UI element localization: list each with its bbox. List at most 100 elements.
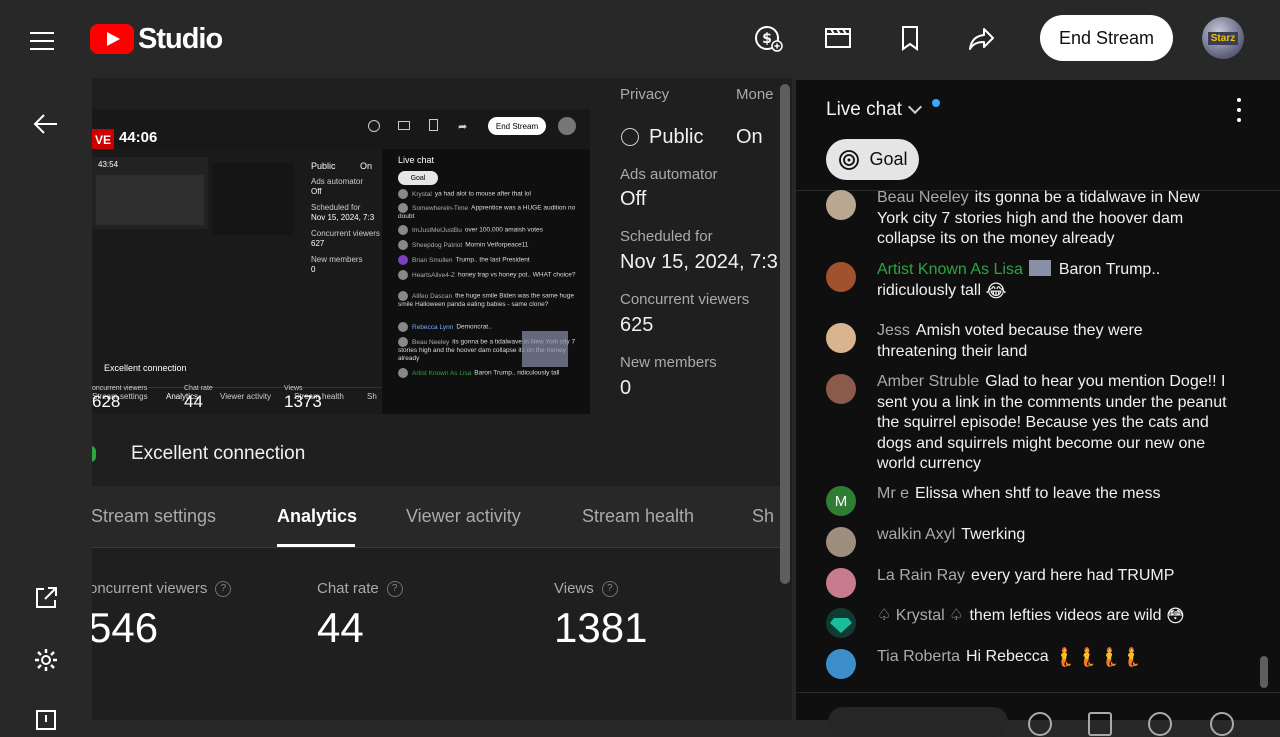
mini-end-stream: End Stream bbox=[488, 117, 546, 135]
mini-stat-label: Views bbox=[284, 385, 303, 392]
avatar[interactable] bbox=[826, 568, 856, 598]
tab-more[interactable]: Sh bbox=[752, 506, 774, 527]
message-author[interactable]: Mr e bbox=[877, 485, 909, 502]
mini-inner-preview bbox=[96, 175, 204, 225]
mini-ads-value: Off bbox=[311, 187, 322, 196]
external-link-icon[interactable] bbox=[30, 582, 62, 614]
tab-analytics[interactable]: Analytics bbox=[277, 506, 357, 527]
goal-icon bbox=[839, 149, 860, 170]
mini-concurrent-label: Concurrent viewers bbox=[311, 229, 380, 238]
message-author[interactable]: Jess bbox=[877, 322, 910, 339]
message-author[interactable]: ♤ Krystal ♤ bbox=[877, 607, 963, 624]
message-author[interactable]: Artist Known As Lisa bbox=[877, 261, 1023, 278]
mini-goal: Goal bbox=[398, 171, 438, 185]
clapperboard-icon[interactable] bbox=[822, 22, 854, 54]
avatar[interactable] bbox=[826, 527, 856, 557]
mini-timer: 43:54 bbox=[98, 160, 119, 169]
message-author[interactable]: walkin Axyl bbox=[877, 526, 955, 543]
mini-chat-row: Sheepdog Patriot Mornin Vetforpeace11 bbox=[398, 240, 580, 250]
avatar[interactable] bbox=[826, 374, 856, 404]
left-nav bbox=[0, 78, 92, 730]
mini-ads-label: Ads automator bbox=[311, 177, 364, 186]
mini-monetization-icon bbox=[368, 120, 380, 132]
more-options-icon[interactable] bbox=[1234, 98, 1244, 122]
mini-chat-row: Artist Known As Lisa Baron Trump.. ridicu… bbox=[398, 368, 580, 378]
stream-preview[interactable]: ➦ End Stream VE 44:06 43:54 Public On Ad… bbox=[92, 109, 590, 414]
menu-icon[interactable] bbox=[30, 26, 60, 50]
mini-stats: oncurrent viewers Chat rate Views 628 44… bbox=[92, 385, 382, 414]
mini-chat-row: HeartsAlive4-Z honey trap vs honey pot.. … bbox=[398, 270, 580, 280]
avatar[interactable] bbox=[826, 649, 856, 679]
chat-input[interactable] bbox=[828, 707, 1008, 737]
mini-concurrent-value: 627 bbox=[311, 239, 325, 248]
connection-status-icon bbox=[92, 446, 96, 462]
scheduled-value: Nov 15, 2024, 7:3 bbox=[620, 251, 778, 273]
stat-concurrent-value: 546 bbox=[92, 604, 159, 651]
mini-chat-row: Alifeo Dascan the huge smile Biden was th… bbox=[398, 291, 574, 308]
back-arrow-icon[interactable] bbox=[30, 108, 62, 140]
stat-views-value: 1381 bbox=[554, 604, 648, 651]
avatar[interactable] bbox=[826, 608, 856, 638]
settings-icon[interactable] bbox=[30, 644, 62, 676]
help-icon[interactable]: ? bbox=[601, 580, 618, 597]
mini-chat-row: Krystal ya had alot to mouse after that l… bbox=[398, 189, 580, 199]
tab-stream-settings[interactable]: Stream settings bbox=[92, 506, 216, 527]
help-icon[interactable]: ? bbox=[215, 580, 232, 597]
privacy-value[interactable]: Public bbox=[649, 126, 703, 149]
mini-stat-label: oncurrent viewers bbox=[92, 385, 148, 392]
heart-icon[interactable] bbox=[1210, 712, 1234, 736]
avatar[interactable] bbox=[826, 262, 856, 292]
mini-chat-row: Brian Smullen Trump.. the last President bbox=[398, 255, 580, 265]
ads-automator-value: Off bbox=[620, 188, 647, 210]
tabs-bar: Stream settings Analytics Viewer activit… bbox=[92, 486, 782, 548]
emoji-picker-icon[interactable] bbox=[1028, 712, 1052, 736]
mini-monetization: On bbox=[360, 161, 373, 171]
mini-overlay-thumb bbox=[522, 331, 568, 367]
mini-chat-title: Live chat bbox=[398, 155, 435, 165]
concurrent-viewers-value: 625 bbox=[620, 314, 654, 336]
mini-share-icon: ➦ bbox=[458, 121, 468, 133]
super-chat-icon[interactable] bbox=[1088, 712, 1112, 736]
monetization-value[interactable]: On bbox=[736, 126, 763, 149]
feedback-icon[interactable] bbox=[30, 704, 62, 736]
preview-mini-dashboard: 43:54 Public On Ads automator Off Schedu… bbox=[92, 149, 382, 414]
main-scrollbar[interactable] bbox=[780, 84, 790, 584]
new-members-label: New members bbox=[620, 354, 717, 371]
new-members-value: 0 bbox=[620, 377, 632, 399]
monetization-icon[interactable]: $ bbox=[752, 22, 784, 54]
stat-views-label: Views? bbox=[554, 580, 618, 597]
youtube-logo-icon bbox=[90, 24, 134, 54]
message-text: Elissa when shtf to leave the mess bbox=[915, 485, 1161, 502]
message-author[interactable]: Tia Roberta bbox=[877, 648, 960, 665]
mini-chat-row: Somewherein-Time Apprentice was a HUGE au… bbox=[398, 203, 576, 220]
studio-logo[interactable]: Studio bbox=[90, 22, 223, 56]
chat-scrollbar[interactable] bbox=[1260, 656, 1268, 688]
mini-connection: Excellent connection bbox=[104, 363, 187, 373]
message-author[interactable]: Beau Neeley bbox=[877, 189, 969, 206]
mermaid-emoji-icon: 🧜🧜🧜🧜 bbox=[1053, 647, 1143, 668]
share-icon[interactable] bbox=[966, 22, 998, 54]
scheduled-label: Scheduled for bbox=[620, 228, 713, 245]
monetization-label: Mone bbox=[736, 86, 774, 103]
stream-timer: 44:06 bbox=[119, 129, 158, 146]
tab-viewer-activity[interactable]: Viewer activity bbox=[406, 506, 521, 527]
end-stream-button[interactable]: End Stream bbox=[1040, 15, 1173, 61]
bookmark-icon[interactable] bbox=[894, 22, 926, 54]
avatar[interactable]: M bbox=[826, 486, 856, 516]
avatar[interactable] bbox=[826, 323, 856, 353]
avatar-text: Starz bbox=[1207, 31, 1239, 45]
message-author[interactable]: Amber Struble bbox=[877, 373, 979, 390]
goal-label: Goal bbox=[869, 149, 908, 169]
preview-mini-chat: Live chat Goal Krystal ya had alot to mou… bbox=[382, 149, 590, 414]
poll-icon[interactable] bbox=[1148, 712, 1172, 736]
mini-preview-box: 43:54 bbox=[92, 157, 208, 229]
chat-title[interactable]: Live chat bbox=[826, 99, 940, 121]
avatar[interactable] bbox=[826, 190, 856, 220]
goal-button[interactable]: Goal bbox=[826, 139, 919, 180]
top-bar: Studio $ End Stream Starz bbox=[0, 0, 1280, 78]
help-icon[interactable]: ? bbox=[386, 580, 403, 597]
account-avatar[interactable]: Starz bbox=[1202, 17, 1244, 59]
tab-stream-health[interactable]: Stream health bbox=[582, 506, 694, 527]
member-badge-icon bbox=[1028, 260, 1051, 276]
message-author[interactable]: La Rain Ray bbox=[877, 567, 965, 584]
